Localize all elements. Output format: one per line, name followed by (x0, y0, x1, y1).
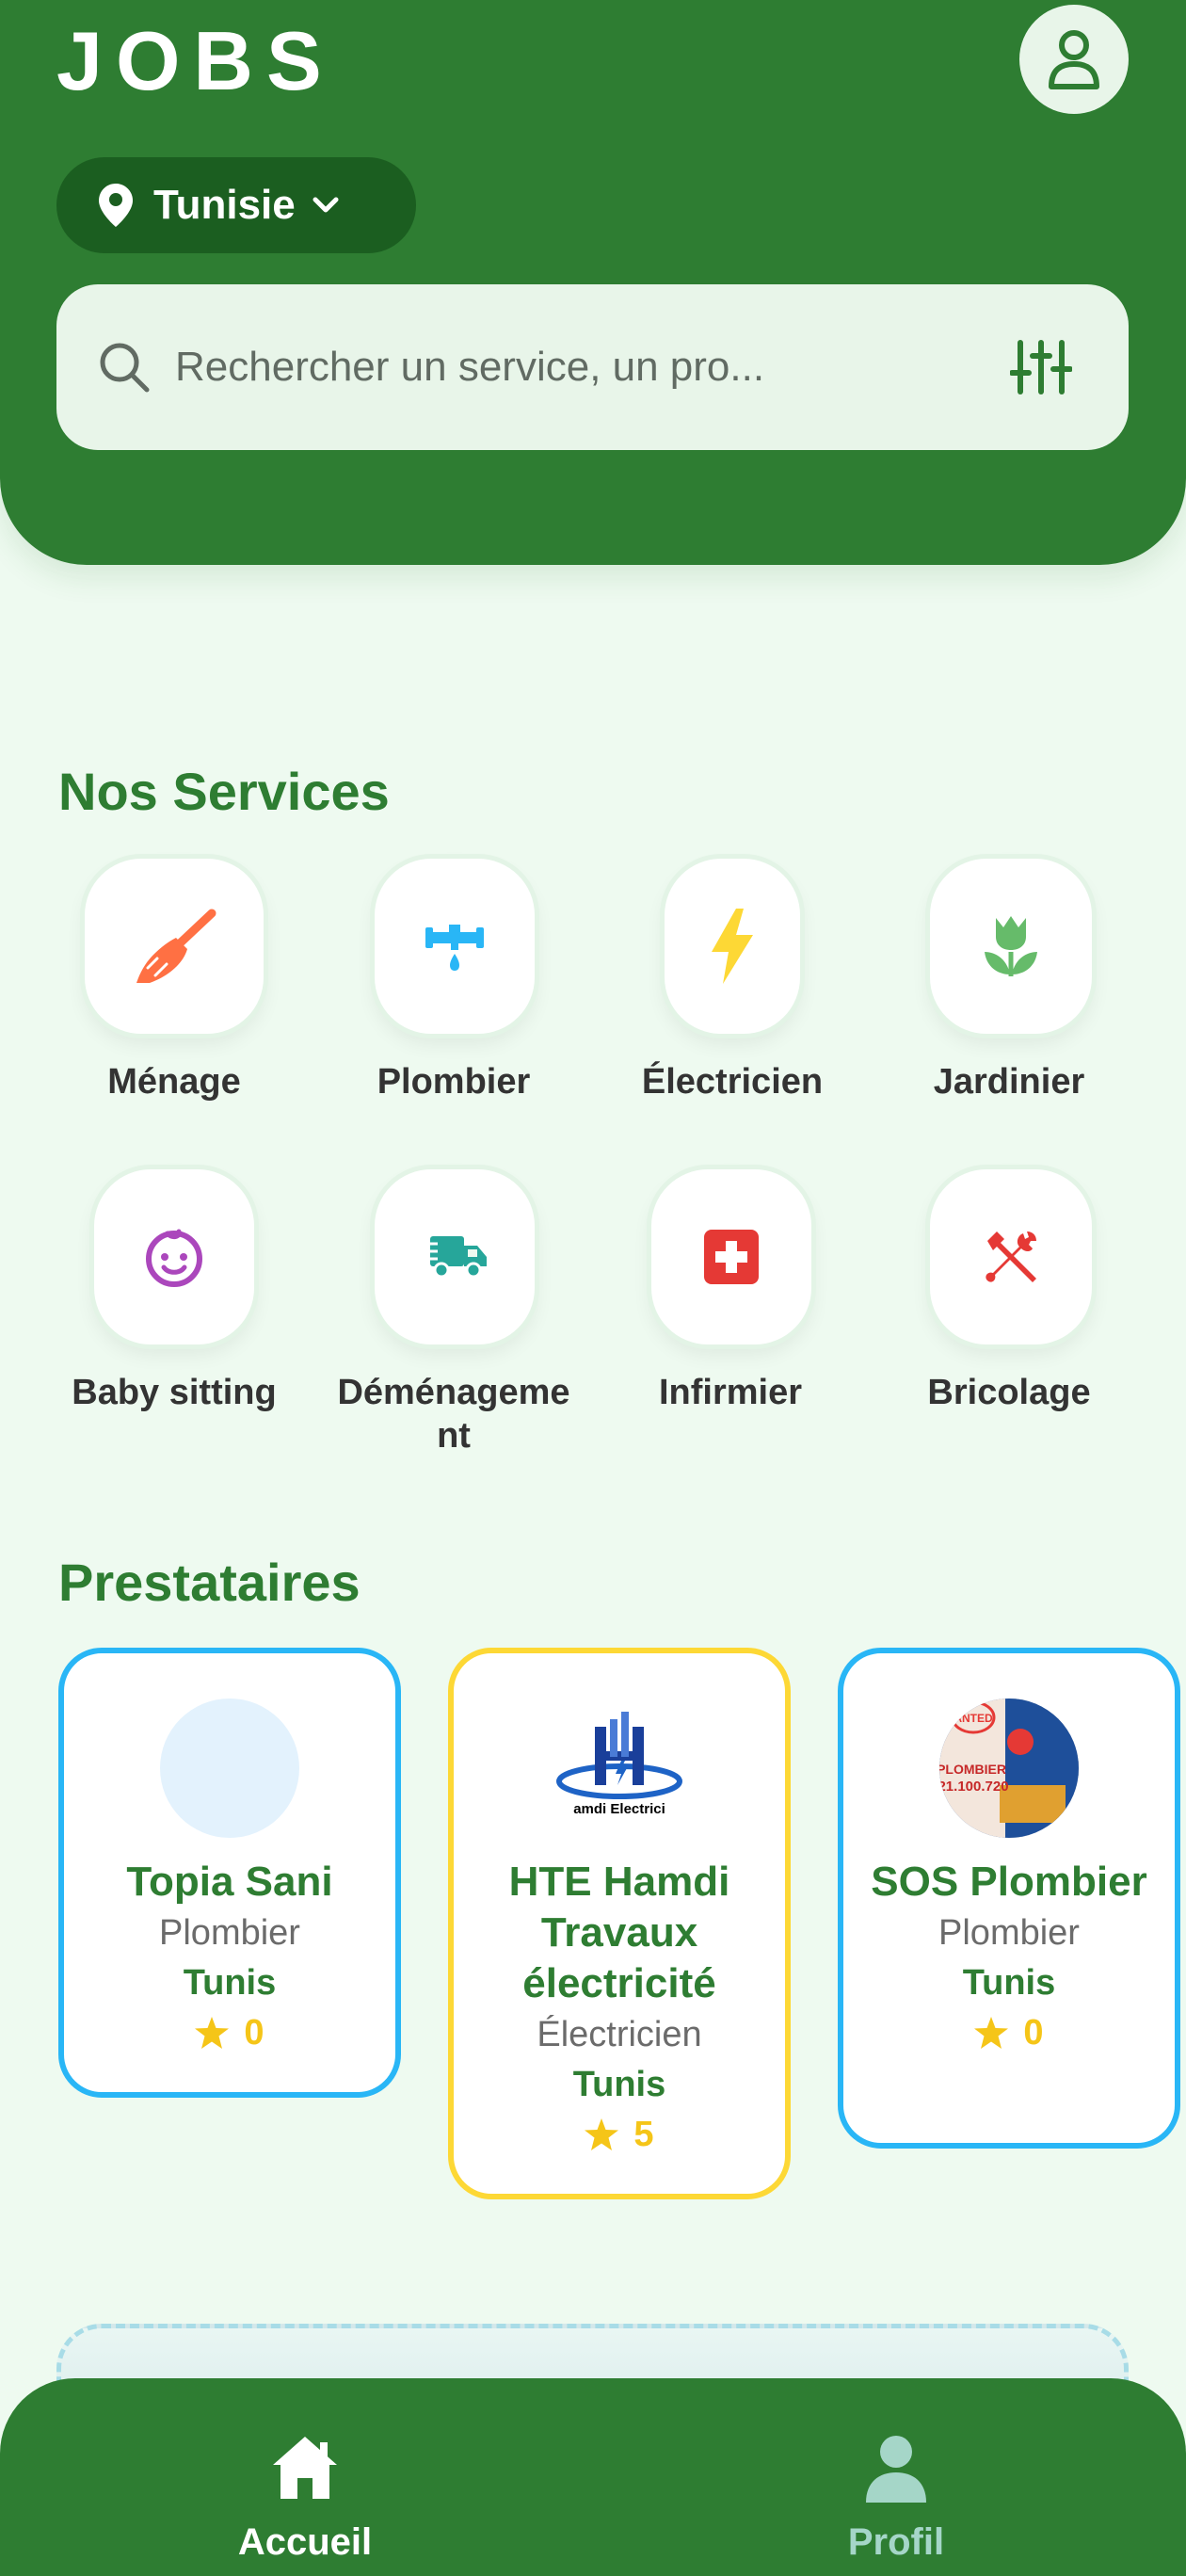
provider-photo: ANTED PLOMBIER 21.100.720 (939, 1699, 1079, 1838)
filter-sliders-icon[interactable] (1010, 339, 1072, 395)
tulip-icon (985, 916, 1037, 976)
rating-value: 0 (244, 2013, 264, 2053)
avatar (160, 1699, 299, 1838)
search-input[interactable]: Rechercher un service, un pro... (175, 344, 1010, 391)
service-label: Électricien (641, 1062, 824, 1102)
provider-card[interactable]: amdi Electrici HTE Hamdi Travaux électri… (448, 1648, 791, 2199)
provider-logo: amdi Electrici (550, 1699, 689, 1838)
search-icon (100, 343, 150, 393)
provider-city: Tunis (962, 1963, 1056, 2003)
user-icon (1049, 30, 1099, 89)
svg-text:ANTED: ANTED (954, 1712, 993, 1725)
service-label: Déménageme nt (337, 1373, 570, 1456)
nav-item-home[interactable]: Accueil (117, 2378, 493, 2576)
provider-job: Électricien (537, 2015, 702, 2054)
provider-job: Plombier (938, 1913, 1080, 1953)
providers-title: Prestataires (58, 1553, 361, 1612)
service-label: Baby sitting (72, 1373, 277, 1412)
services-title: Nos Services (58, 762, 390, 821)
service-jardinier-button[interactable] (930, 859, 1092, 1034)
provider-card[interactable]: ANTED PLOMBIER 21.100.720 SOS Plombier P… (838, 1648, 1180, 2149)
provider-rating: 0 (195, 2007, 264, 2058)
service-label: Infirmier (658, 1373, 803, 1412)
baby-face-icon (146, 1229, 202, 1287)
location-selector[interactable]: Tunisie (56, 157, 416, 253)
provider-name: Topia Sani (126, 1859, 333, 1905)
location-label: Tunisie (153, 182, 296, 228)
service-infirmier-button[interactable] (651, 1169, 811, 1344)
person-icon (866, 2436, 926, 2503)
svg-text:21.100.720: 21.100.720 (939, 1779, 1009, 1795)
svg-text:amdi Electrici: amdi Electrici (573, 1801, 665, 1817)
provider-card[interactable]: Topia Sani Plombier Tunis 0 (58, 1648, 401, 2098)
service-label: Bricolage (927, 1373, 1091, 1412)
lightning-icon (712, 909, 753, 984)
service-bricolage-button[interactable] (930, 1169, 1092, 1344)
service-label: Jardinier (933, 1062, 1085, 1102)
truck-icon (421, 1236, 487, 1279)
provider-name: HTE Hamdi Travaux électricité (508, 1859, 730, 2006)
svg-text:PLOMBIER: PLOMBIER (939, 1762, 1006, 1777)
provider-name: SOS Plombier (871, 1859, 1147, 1905)
tools-icon (986, 1232, 1036, 1282)
star-icon (585, 2118, 619, 2150)
bottom-nav: Accueil Profil (0, 2378, 1186, 2576)
nav-label: Profil (847, 2521, 945, 2563)
header: JOBS Tunisie Rechercher un service, un p… (0, 0, 1186, 565)
star-icon (974, 2017, 1009, 2049)
provider-city: Tunis (183, 1963, 277, 2003)
service-plombier-button[interactable] (375, 859, 535, 1034)
nav-label: Accueil (237, 2521, 373, 2563)
provider-rating: 0 (974, 2007, 1044, 2058)
faucet-icon (425, 925, 484, 971)
medical-cross-icon (704, 1230, 759, 1284)
broom-icon (136, 909, 216, 983)
service-electricien-button[interactable] (665, 859, 800, 1034)
location-pin-icon (99, 184, 133, 227)
service-label: Ménage (107, 1062, 241, 1102)
service-label: Plombier (377, 1062, 531, 1102)
nav-item-profile[interactable]: Profil (708, 2378, 1084, 2576)
service-menage-button[interactable] (85, 859, 264, 1034)
provider-city: Tunis (572, 2065, 666, 2104)
app-title: JOBS (56, 14, 335, 107)
provider-rating: 5 (585, 2109, 654, 2160)
chevron-down-icon (313, 197, 339, 213)
rating-value: 0 (1023, 2013, 1044, 2053)
profile-button[interactable] (1019, 5, 1129, 114)
star-icon (195, 2017, 230, 2049)
home-icon (273, 2437, 337, 2499)
rating-value: 5 (633, 2115, 654, 2154)
search-bar[interactable]: Rechercher un service, un pro... (56, 284, 1129, 450)
service-baby-sitting-button[interactable] (94, 1169, 254, 1344)
service-demenagement-button[interactable] (375, 1169, 535, 1344)
provider-job: Plombier (159, 1913, 300, 1953)
